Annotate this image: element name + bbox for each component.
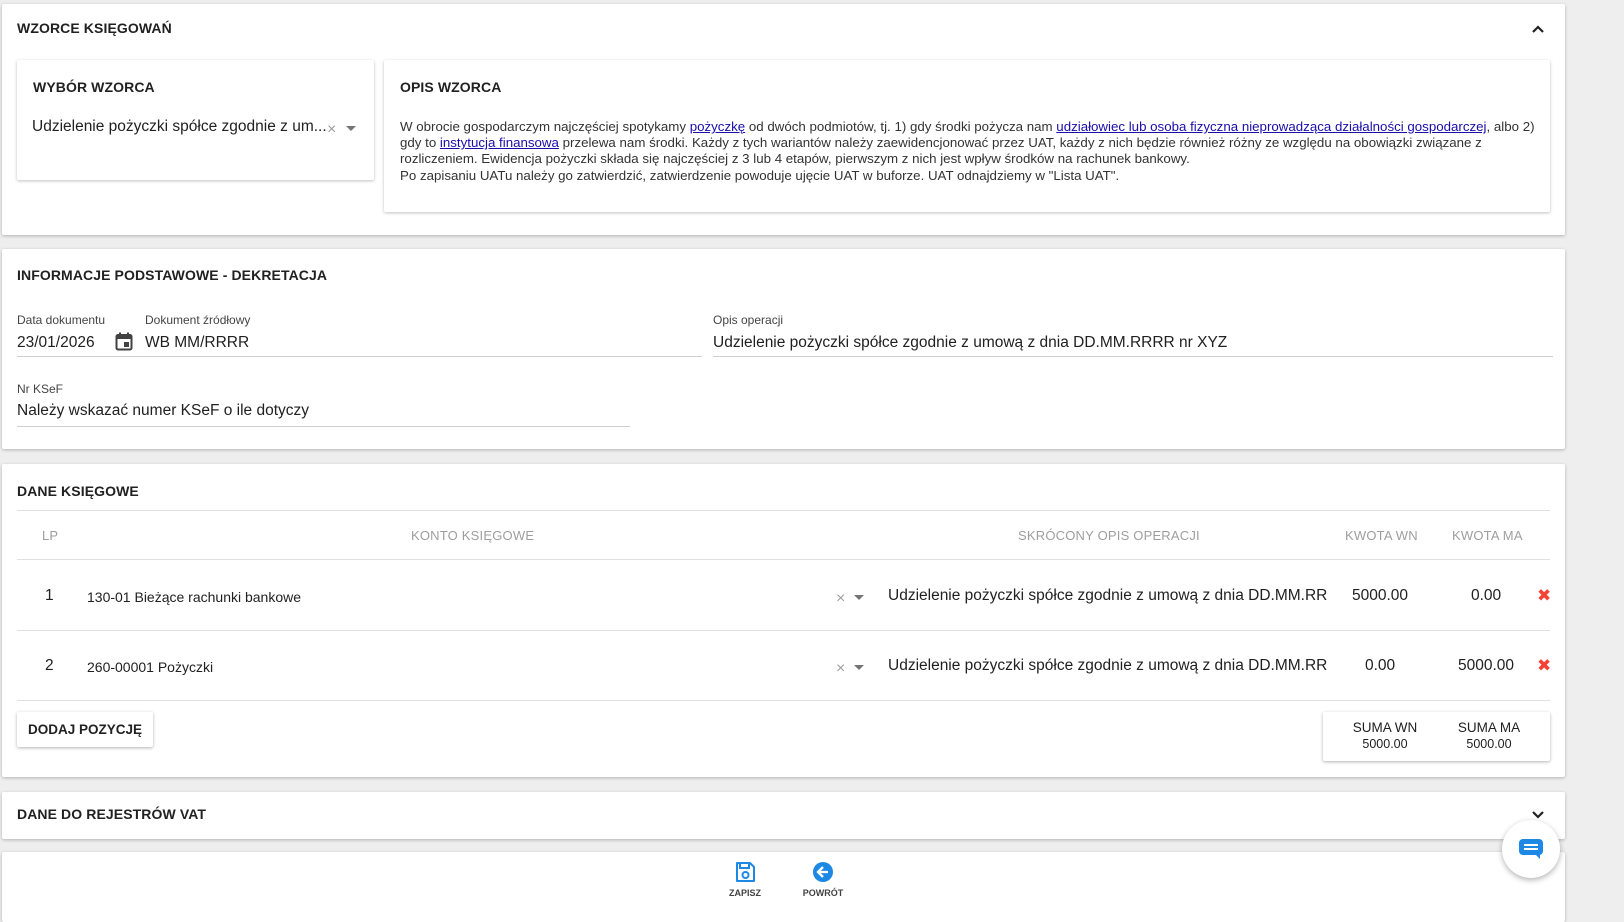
template-description-card: OPIS WZORCA W obrocie gospodarczym najcz…: [384, 60, 1550, 212]
row-lp: 1: [45, 587, 54, 604]
col-desc: SKRÓCONY OPIS OPERACJI: [1018, 528, 1200, 543]
row-ma-input[interactable]: 0.00: [1471, 587, 1501, 605]
save-icon: [736, 862, 755, 882]
doc-date-input[interactable]: 23/01/2026: [17, 334, 95, 352]
template-select[interactable]: Udzielenie pożyczki spółce zgodnie z um.…: [32, 118, 327, 136]
ksef-input[interactable]: Należy wskazać numer KSeF o ile dotyczy: [17, 402, 309, 420]
back-label: POWRÓT: [802, 888, 844, 898]
divider: [17, 700, 1550, 701]
calendar-icon[interactable]: [115, 332, 133, 351]
link-udzialowiec[interactable]: udziałowiec lub osoba fizyczna nieprowad…: [1056, 119, 1486, 134]
vat-title: DANE DO REJESTRÓW VAT: [17, 806, 207, 822]
divider: [17, 510, 1550, 511]
row-wn-input[interactable]: 5000.00: [1352, 587, 1408, 605]
operation-desc-label: Opis operacji: [713, 313, 784, 327]
row-account-select[interactable]: 130-01 Bieżące rachunki bankowe: [87, 589, 301, 605]
template-description-text: W obrocie gospodarczym najczęściej spoty…: [400, 119, 1535, 183]
accounting-title: DANE KSIĘGOWE: [17, 483, 139, 499]
back-button[interactable]: POWRÓT: [797, 860, 849, 898]
operation-desc-underline: [713, 356, 1553, 357]
sum-ma: SUMA MA 5000.00: [1451, 720, 1527, 751]
row-desc-input[interactable]: Udzielenie pożyczki spółce zgodnie z umo…: [888, 587, 1327, 605]
link-instytucja-finansowa[interactable]: instytucja finansowa: [440, 135, 559, 150]
col-account: KONTO KSIĘGOWE: [411, 528, 535, 543]
caret-down-icon[interactable]: [854, 665, 864, 670]
row-ma-input[interactable]: 5000.00: [1458, 657, 1514, 675]
divider: [17, 559, 1550, 560]
templates-section-title: WZORCE KSIĘGOWAŃ: [17, 20, 172, 36]
sum-wn-label: SUMA WN: [1352, 720, 1418, 735]
sum-wn: SUMA WN 5000.00: [1347, 720, 1423, 751]
doc-date-label: Data dokumentu: [17, 313, 106, 327]
row-desc-input[interactable]: Udzielenie pożyczki spółce zgodnie z umo…: [888, 657, 1327, 675]
source-doc-input[interactable]: WB MM/RRRR: [145, 334, 249, 352]
source-doc-underline: [17, 356, 702, 357]
save-label: ZAPISZ: [728, 888, 761, 898]
footer-bar: [2, 852, 1565, 922]
save-button[interactable]: ZAPISZ: [722, 860, 768, 898]
divider: [17, 630, 1550, 631]
caret-down-icon[interactable]: [854, 595, 864, 600]
chat-icon: [1519, 839, 1543, 859]
col-ma: KWOTA MA: [1452, 528, 1523, 543]
accounting-card: DANE KSIĘGOWE LP KONTO KSIĘGOWE SKRÓCONY…: [2, 464, 1565, 777]
add-position-button[interactable]: DODAJ POZYCJĘ: [17, 712, 153, 747]
close-icon[interactable]: ×: [836, 661, 845, 677]
sum-wn-value: 5000.00: [1362, 737, 1408, 751]
arrow-back-circle-icon: [813, 862, 833, 882]
ksef-label: Nr KSeF: [17, 382, 64, 396]
template-picker-card: WYBÓR WZORCA Udzielenie pożyczki spółce …: [17, 60, 374, 180]
template-picker-title: WYBÓR WZORCA: [33, 79, 155, 95]
chat-fab-button[interactable]: [1502, 820, 1560, 878]
col-wn: KWOTA WN: [1345, 528, 1418, 543]
operation-desc-input[interactable]: Udzielenie pożyczki spółce zgodnie z umo…: [713, 334, 1227, 352]
template-description-title: OPIS WZORCA: [400, 79, 502, 95]
source-doc-label: Dokument źródłowy: [145, 313, 251, 327]
basic-info-card: INFORMACJE PODSTAWOWE - DEKRETACJA Data …: [2, 249, 1565, 449]
vat-card[interactable]: DANE DO REJESTRÓW VAT: [2, 792, 1565, 839]
sum-ma-label: SUMA MA: [1457, 720, 1521, 735]
sum-ma-value: 5000.00: [1466, 737, 1512, 751]
link-pozyczka[interactable]: pożyczkę: [690, 119, 745, 134]
caret-down-icon[interactable]: [346, 126, 356, 131]
ksef-underline: [17, 426, 630, 427]
col-lp: LP: [42, 528, 59, 543]
row-wn-input[interactable]: 0.00: [1365, 657, 1395, 675]
row-lp: 2: [45, 657, 54, 674]
close-icon[interactable]: ×: [327, 122, 336, 138]
delete-row-icon[interactable]: ✖: [1537, 657, 1551, 674]
delete-row-icon[interactable]: ✖: [1537, 587, 1551, 604]
close-icon[interactable]: ×: [836, 591, 845, 607]
templates-card: WZORCE KSIĘGOWAŃ WYBÓR WZORCA Udzielenie…: [2, 4, 1565, 235]
basic-info-title: INFORMACJE PODSTAWOWE - DEKRETACJA: [17, 267, 328, 283]
chevron-up-icon[interactable]: [1531, 22, 1545, 36]
sums-box: SUMA WN 5000.00 SUMA MA 5000.00: [1323, 712, 1550, 761]
row-account-select[interactable]: 260-00001 Pożyczki: [87, 659, 213, 675]
